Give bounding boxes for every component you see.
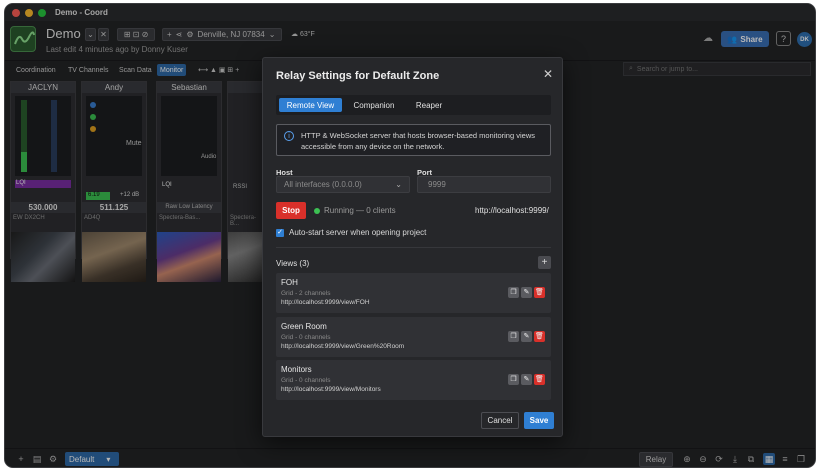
autostart-checkbox[interactable]: ✓ (276, 229, 284, 237)
views-heading: Views (3) (276, 259, 310, 268)
dialog-tabs: Remote View Companion Reaper (276, 95, 551, 115)
server-status: Running — 0 clients (324, 206, 396, 215)
view-meta: Grid - 0 channels (281, 377, 331, 384)
info-callout: i HTTP & WebSocket server that hosts bro… (276, 124, 551, 156)
autostart-label[interactable]: Auto-start server when opening project (289, 228, 426, 237)
host-value: All interfaces (0.0.0.0) (284, 180, 362, 189)
view-name: FOH (281, 278, 298, 287)
divider (276, 247, 551, 248)
view-card: FOH Grid - 2 channels http://localhost:9… (276, 273, 551, 313)
port-input[interactable]: 9999 (417, 176, 551, 193)
running-status-dot (314, 208, 320, 214)
cancel-button[interactable]: Cancel (481, 412, 519, 429)
edit-icon[interactable]: ✎ (521, 374, 532, 385)
stop-server-button[interactable]: Stop (276, 202, 306, 219)
add-view-button[interactable]: + (538, 256, 551, 269)
view-name: Green Room (281, 322, 327, 331)
edit-icon[interactable]: ✎ (521, 331, 532, 342)
tab-companion[interactable]: Companion (346, 98, 402, 112)
server-url-link[interactable]: http://localhost:9999/ (475, 206, 549, 215)
copy-icon[interactable]: ❐ (508, 374, 519, 385)
tab-remote-view[interactable]: Remote View (279, 98, 342, 112)
info-icon: i (284, 131, 294, 141)
delete-icon[interactable]: 🗑 (534, 374, 545, 385)
close-icon[interactable]: ✕ (543, 67, 553, 81)
view-url[interactable]: http://localhost:9999/view/FOH (281, 299, 370, 306)
host-select[interactable]: All interfaces (0.0.0.0) ⌄ (276, 176, 410, 193)
relay-settings-dialog: Relay Settings for Default Zone ✕ Remote… (262, 57, 563, 437)
app-window: Demo - Coord Demo ⌄ ✕ ⊞ ⊡ ⊘ + ⋖ ⚙ Denvil… (4, 3, 816, 468)
delete-icon[interactable]: 🗑 (534, 287, 545, 298)
edit-icon[interactable]: ✎ (521, 287, 532, 298)
view-meta: Grid - 0 channels (281, 334, 331, 341)
view-name: Monitors (281, 365, 312, 374)
save-button[interactable]: Save (524, 412, 554, 429)
info-text: HTTP & WebSocket server that hosts brows… (301, 131, 535, 151)
view-meta: Grid - 2 channels (281, 290, 331, 297)
view-url[interactable]: http://localhost:9999/view/Green%20Room (281, 343, 404, 350)
copy-icon[interactable]: ❐ (508, 331, 519, 342)
view-card: Green Room Grid - 0 channels http://loca… (276, 317, 551, 357)
tab-reaper[interactable]: Reaper (406, 98, 452, 112)
dialog-title: Relay Settings for Default Zone (276, 70, 440, 82)
view-url[interactable]: http://localhost:9999/view/Monitors (281, 386, 381, 393)
delete-icon[interactable]: 🗑 (534, 331, 545, 342)
copy-icon[interactable]: ❐ (508, 287, 519, 298)
chevron-down-icon: ⌄ (395, 180, 402, 189)
view-card: Monitors Grid - 0 channels http://localh… (276, 360, 551, 400)
